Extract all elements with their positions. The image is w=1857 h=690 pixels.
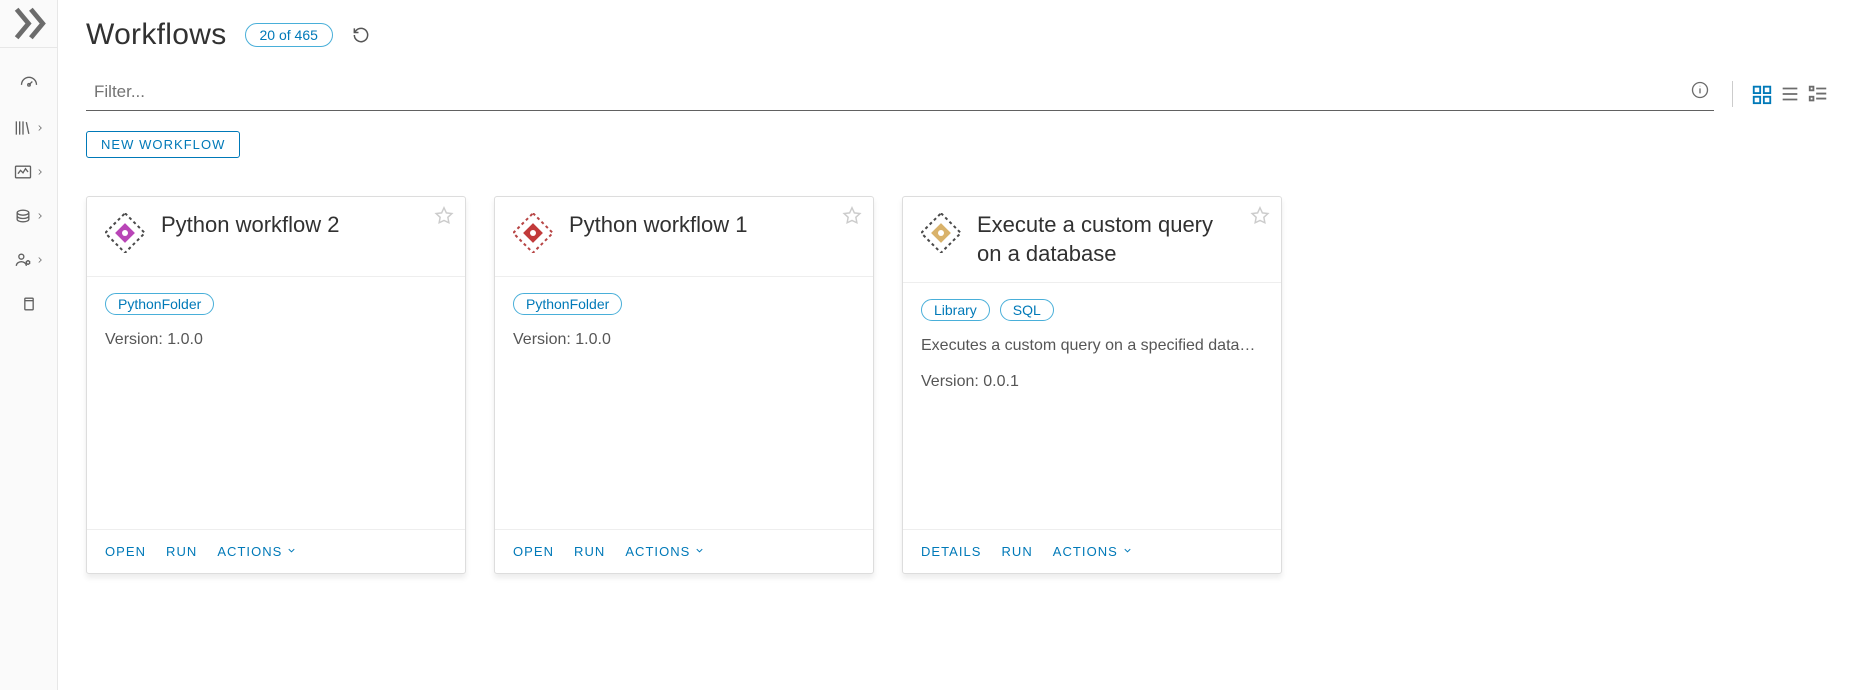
main-panel: Workflows 20 of 465 <box>58 0 1857 690</box>
favorite-star-icon[interactable] <box>433 205 455 230</box>
card-description: Executes a custom query on a specified d… <box>921 337 1263 355</box>
divider <box>1732 81 1733 107</box>
run-button[interactable]: RUN <box>1002 544 1033 559</box>
new-workflow-button[interactable]: NEW WORKFLOW <box>86 131 240 158</box>
card-footer: DETAILS RUN ACTIONS <box>903 529 1281 573</box>
view-grid-button[interactable] <box>1751 83 1773 105</box>
open-button[interactable]: OPEN <box>105 544 146 559</box>
sidebar-item-admin[interactable] <box>13 250 45 270</box>
card-body: PythonFolder Version: 1.0.0 <box>495 277 873 529</box>
card-version: Version: 0.0.1 <box>921 373 1263 391</box>
tag-row: PythonFolder <box>105 293 447 315</box>
card-body: PythonFolder Version: 1.0.0 <box>87 277 465 529</box>
sidebar-item-library[interactable] <box>13 118 45 138</box>
view-list-button[interactable] <box>1779 83 1801 105</box>
sidebar-item-dashboard[interactable] <box>19 74 39 94</box>
tag-row: Library SQL <box>921 299 1263 321</box>
info-icon[interactable] <box>1690 80 1710 103</box>
run-button[interactable]: RUN <box>574 544 605 559</box>
details-button[interactable]: DETAILS <box>921 544 982 559</box>
card-title: Python workflow 2 <box>161 211 364 240</box>
card-header: Python workflow 1 <box>495 197 873 277</box>
sidebar-item-activity[interactable] <box>13 162 45 182</box>
chevron-right-icon <box>35 255 45 265</box>
card-footer: OPEN RUN ACTIONS <box>495 529 873 573</box>
tag[interactable]: PythonFolder <box>105 293 214 315</box>
run-button[interactable]: RUN <box>166 544 197 559</box>
actions-button[interactable]: ACTIONS <box>217 544 297 559</box>
open-button[interactable]: OPEN <box>513 544 554 559</box>
sidebar-item-storage[interactable] <box>19 294 39 314</box>
card-version: Version: 1.0.0 <box>105 331 447 349</box>
sidebar-expand-button[interactable] <box>0 0 57 48</box>
card-version: Version: 1.0.0 <box>513 331 855 349</box>
workflow-card: Python workflow 1 PythonFolder Version: 1.… <box>494 196 874 574</box>
sidebar <box>0 0 58 690</box>
page-title: Workflows <box>86 18 227 52</box>
favorite-star-icon[interactable] <box>1249 205 1271 230</box>
filter-input[interactable] <box>86 76 1714 110</box>
workflow-avatar-icon <box>921 213 961 253</box>
workflow-avatar-icon <box>105 213 145 253</box>
chevron-down-icon <box>286 544 297 559</box>
chevron-right-icon <box>35 211 45 221</box>
card-header: Python workflow 2 <box>87 197 465 277</box>
card-grid: Python workflow 2 PythonFolder Version: 1.… <box>86 196 1857 574</box>
card-footer: OPEN RUN ACTIONS <box>87 529 465 573</box>
view-tree-button[interactable] <box>1807 83 1829 105</box>
view-switcher <box>1751 83 1829 105</box>
card-title: Python workflow 1 <box>569 211 772 240</box>
chevron-right-icon <box>35 167 45 177</box>
count-badge: 20 of 465 <box>245 23 333 47</box>
tag[interactable]: PythonFolder <box>513 293 622 315</box>
tag[interactable]: SQL <box>1000 299 1054 321</box>
tag-row: PythonFolder <box>513 293 855 315</box>
card-header: Execute a custom query on a database <box>903 197 1281 283</box>
refresh-button[interactable] <box>351 25 371 45</box>
sidebar-item-inventory[interactable] <box>13 206 45 226</box>
card-body: Library SQL Executes a custom query on a s… <box>903 283 1281 529</box>
chevron-right-icon <box>35 123 45 133</box>
tag[interactable]: Library <box>921 299 990 321</box>
actions-button[interactable]: ACTIONS <box>1053 544 1133 559</box>
filter-input-wrap <box>86 76 1714 111</box>
card-title: Execute a custom query on a database <box>977 211 1263 268</box>
chevron-down-icon <box>694 544 705 559</box>
favorite-star-icon[interactable] <box>841 205 863 230</box>
chevron-down-icon <box>1122 544 1133 559</box>
workflow-card: Python workflow 2 PythonFolder Version: 1.… <box>86 196 466 574</box>
workflow-avatar-icon <box>513 213 553 253</box>
workflow-card: Execute a custom query on a database Libr… <box>902 196 1282 574</box>
actions-button[interactable]: ACTIONS <box>625 544 705 559</box>
